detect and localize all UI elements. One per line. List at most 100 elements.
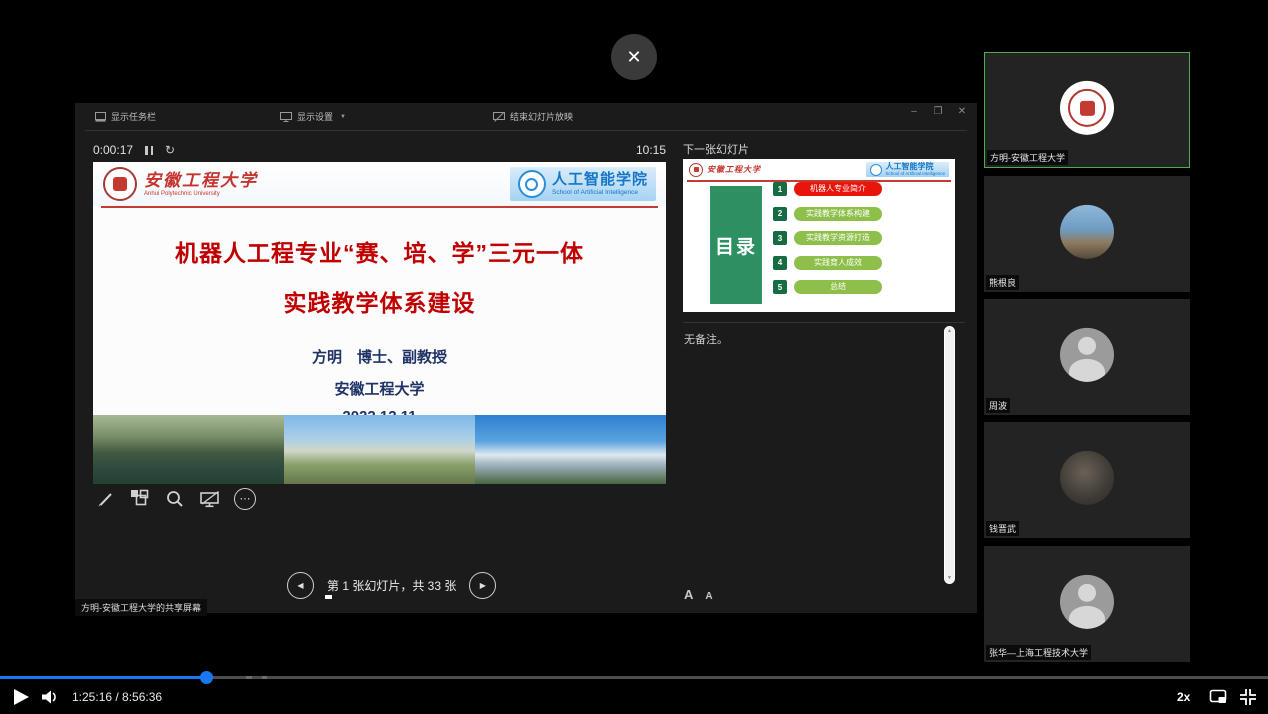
progress-fill: [0, 676, 207, 679]
current-slide: 安徽工程大学 Anhui Polytechnic University 人工智能…: [93, 162, 666, 484]
participant-name: 方明-安徽工程大学: [987, 150, 1068, 165]
participant-tile[interactable]: 钱晋武: [984, 422, 1190, 538]
annotation-toolbar: ⋯: [94, 488, 256, 510]
toolbar-divider: [85, 130, 967, 131]
slide-title-line2: 实践教学体系建设: [93, 284, 666, 318]
taskbar-icon: [95, 112, 106, 122]
black-screen-button[interactable]: [199, 488, 221, 510]
more-options-button[interactable]: ⋯: [234, 488, 256, 510]
blank-screen-icon: [199, 489, 221, 509]
slide-title-line1: 机器人工程专业“赛、培、学”三元一体: [93, 234, 666, 268]
school-name-en: School of Artificial Intelligence: [552, 189, 648, 196]
campus-photo-plaza: [284, 415, 475, 484]
participant-tile[interactable]: 周波: [984, 299, 1190, 415]
progress-marker: [262, 676, 267, 679]
time-display: 1:25:16 / 8:56:36: [72, 690, 162, 704]
participant-name: 钱晋武: [986, 521, 1019, 536]
slide-navigation: ◀ 第 1 张幻灯片，共 33 张 ▶: [287, 572, 496, 599]
header-rule: [101, 206, 658, 208]
campus-photo-tower: [475, 415, 666, 484]
avatar: [1060, 451, 1114, 505]
slide-header: 安徽工程大学 Anhui Polytechnic University 人工智能…: [93, 162, 666, 206]
university-seal-logo-small: [689, 163, 703, 177]
pip-button[interactable]: [1209, 688, 1228, 710]
volume-icon: [40, 688, 60, 706]
show-taskbar-button[interactable]: 显示任务栏: [95, 110, 156, 123]
close-window-button[interactable]: ✕: [955, 106, 969, 117]
toc-title-block: 目录: [710, 186, 762, 304]
next-slide-thumbnail[interactable]: 安徽工程大学 人工智能学院 School of Artificial Intel…: [683, 159, 955, 312]
end-slideshow-button[interactable]: 结束幻灯片放映: [493, 110, 573, 123]
close-overlay-button[interactable]: ✕: [611, 34, 657, 80]
seek-handle[interactable]: [200, 671, 213, 684]
zoom-slide-button[interactable]: [164, 488, 186, 510]
campus-photo-lake: [93, 415, 284, 484]
avatar: [1060, 575, 1114, 629]
elapsed-time: 0:00:17: [93, 143, 133, 157]
toc-item: 2 实践教学体系构建: [773, 207, 882, 221]
participant-tile[interactable]: 张华—上海工程技术大学: [984, 546, 1190, 662]
avatar: [1060, 205, 1114, 259]
minimize-button[interactable]: –: [907, 106, 921, 117]
presenter-affiliation: 安徽工程大学: [93, 378, 666, 399]
participant-tile[interactable]: 方明-安徽工程大学: [984, 52, 1190, 168]
toc-item: 5 总结: [773, 280, 882, 294]
slide-progress-marker: [325, 595, 332, 599]
notes-text: 无备注。: [684, 331, 728, 347]
volume-button[interactable]: [40, 688, 60, 711]
restart-timer-button[interactable]: ↻: [165, 143, 175, 157]
restore-button[interactable]: ❐: [931, 106, 945, 117]
pip-icon: [1209, 688, 1228, 705]
university-name-en: Anhui Polytechnic University: [144, 191, 258, 197]
pause-timer-button[interactable]: [145, 146, 153, 155]
participant-name: 周波: [986, 398, 1010, 413]
timer-row: 0:00:17 ↻: [93, 143, 175, 157]
school-logo-small: [870, 164, 882, 176]
magnifier-icon: [165, 489, 185, 509]
clock-time: 10:15: [626, 143, 666, 157]
exit-fullscreen-button[interactable]: [1239, 688, 1257, 711]
avatar: [1060, 328, 1114, 382]
seek-bar[interactable]: [0, 676, 1268, 679]
play-button[interactable]: [14, 689, 29, 705]
end-slideshow-icon: [493, 112, 505, 122]
toc-item: 4 实践育人成效: [773, 256, 882, 270]
close-icon: ✕: [626, 47, 641, 68]
presenter-view-window: 显示任务栏 显示设置 ▼ 结束幻灯片放映 – ❐ ✕ 0:00:17 ↻ 10:…: [75, 103, 977, 613]
participant-name: 张华—上海工程技术大学: [986, 645, 1091, 660]
arrow-left-icon: ◀: [297, 581, 303, 590]
school-banner: 人工智能学院 School of Artificial Intelligence: [510, 167, 656, 201]
increase-font-button[interactable]: A: [684, 587, 693, 602]
see-all-slides-button[interactable]: [129, 488, 151, 510]
toc-item: 1 机器人专业简介: [773, 182, 882, 196]
toc-title: 目录: [715, 232, 757, 259]
playback-speed-button[interactable]: 2x: [1177, 690, 1190, 704]
slide-position-text: 第 1 张幻灯片，共 33 张: [327, 577, 456, 594]
participant-name: 熊根良: [986, 275, 1019, 290]
participant-tile[interactable]: 熊根良: [984, 176, 1190, 292]
notes-scrollbar[interactable]: ▲▼: [944, 326, 955, 584]
campus-photo-strip: [93, 415, 666, 484]
school-banner-small: 人工智能学院 School of Artificial Intelligence: [866, 162, 949, 178]
university-name-cn-small: 安徽工程大学: [707, 164, 761, 175]
university-seal-logo: [103, 167, 137, 201]
exit-fullscreen-icon: [1239, 688, 1257, 706]
school-name-cn: 人工智能学院: [552, 172, 648, 187]
arrow-right-icon: ▶: [480, 581, 486, 590]
progress-marker: [246, 676, 252, 679]
chevron-down-icon: ▼: [340, 114, 346, 120]
decrease-font-button[interactable]: A: [705, 591, 712, 602]
pen-tool-button[interactable]: [94, 488, 116, 510]
previous-slide-button[interactable]: ◀: [287, 572, 314, 599]
ellipsis-icon: ⋯: [240, 494, 251, 505]
notes-divider: [683, 322, 965, 323]
toc-item: 3 实践教学资源打造: [773, 231, 882, 245]
school-logo: [518, 170, 546, 198]
university-name-cn: 安徽工程大学: [144, 172, 258, 189]
next-slide-button[interactable]: ▶: [469, 572, 496, 599]
display-settings-button[interactable]: 显示设置 ▼: [280, 110, 346, 123]
slide-grid-icon: [130, 489, 150, 509]
notes-font-controls: A A: [684, 587, 713, 602]
thumbnail-header: 安徽工程大学 人工智能学院 School of Artificial Intel…: [683, 159, 955, 180]
display-settings-icon: [280, 112, 292, 122]
